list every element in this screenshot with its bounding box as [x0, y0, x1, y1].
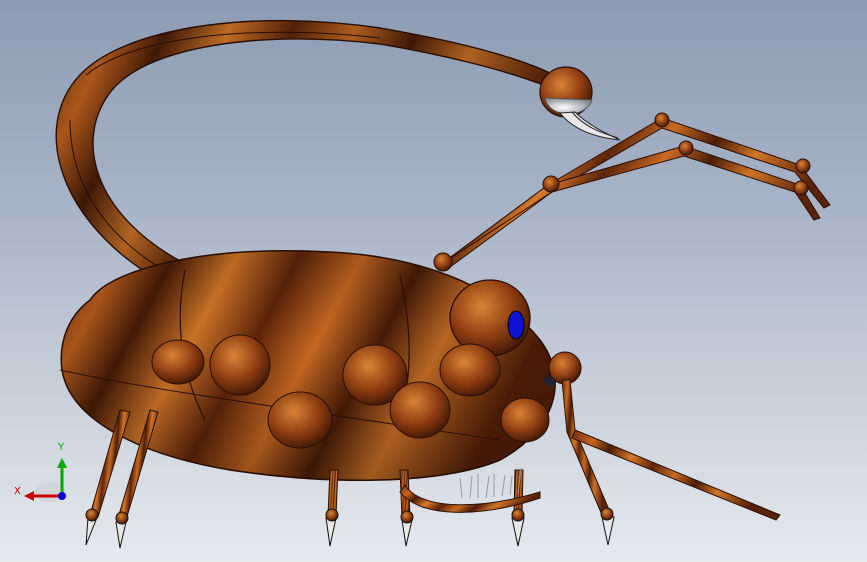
axis-triad-graphic — [24, 458, 67, 502]
axis-triad: Y X — [14, 440, 78, 512]
claws — [85, 507, 615, 549]
stinger — [539, 66, 621, 141]
creature-model — [55, 19, 831, 549]
z-axis-dot — [58, 492, 66, 500]
y-axis-label: Y — [58, 442, 65, 453]
graphics-viewport[interactable]: Y X — [0, 0, 867, 562]
antenna-right — [433, 112, 831, 272]
tail — [55, 19, 549, 276]
x-axis-label: X — [14, 486, 21, 497]
bristles — [459, 467, 522, 499]
